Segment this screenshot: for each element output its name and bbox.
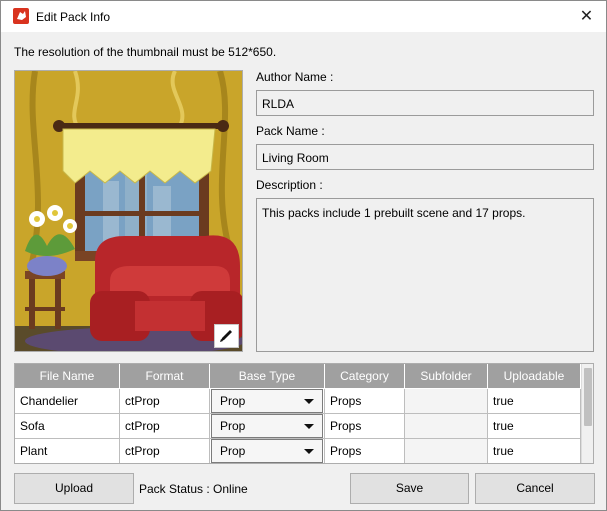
save-button[interactable]: Save — [350, 473, 469, 504]
resolution-hint: The resolution of the thumbnail must be … — [14, 45, 277, 59]
scrollbar-thumb[interactable] — [584, 368, 592, 426]
table-header: File Name Format Base Type Category Subf… — [15, 364, 581, 388]
author-name-field[interactable]: RLDA — [256, 90, 594, 116]
cell-file-name[interactable]: Plant — [15, 439, 120, 463]
cell-category[interactable]: Props — [325, 439, 405, 463]
edit-pack-info-dialog: Edit Pack Info ✕ The resolution of the t… — [0, 0, 607, 511]
base-type-value: Prop — [220, 394, 246, 408]
cell-uploadable[interactable]: true — [488, 439, 581, 463]
cell-format[interactable]: ctProp — [120, 389, 210, 414]
cell-file-name[interactable]: Sofa — [15, 414, 120, 439]
table-row[interactable]: Plant ctProp Prop Props true — [15, 439, 581, 463]
cell-category[interactable]: Props — [325, 389, 405, 414]
table-row[interactable]: Chandelier ctProp Prop Props true — [15, 389, 581, 414]
pack-name-field[interactable]: Living Room — [256, 144, 594, 170]
chevron-down-icon — [304, 449, 314, 454]
table-row[interactable]: Sofa ctProp Prop Props true — [15, 414, 581, 439]
cell-subfolder[interactable] — [405, 414, 488, 439]
pack-name-label: Pack Name : — [256, 124, 325, 138]
file-table: File Name Format Base Type Category Subf… — [14, 363, 594, 464]
edit-thumbnail-button[interactable] — [214, 324, 239, 348]
base-type-select[interactable]: Prop — [211, 439, 323, 463]
cell-base-type[interactable]: Prop — [210, 414, 325, 439]
upload-button[interactable]: Upload — [14, 473, 134, 504]
cancel-button[interactable]: Cancel — [475, 473, 595, 504]
app-icon — [13, 8, 29, 24]
base-type-value: Prop — [220, 444, 246, 458]
base-type-value: Prop — [220, 419, 246, 433]
cell-uploadable[interactable]: true — [488, 389, 581, 414]
column-header-uploadable[interactable]: Uploadable — [488, 364, 581, 388]
cell-base-type[interactable]: Prop — [210, 439, 325, 463]
column-header-subfolder[interactable]: Subfolder — [405, 364, 488, 388]
column-header-format[interactable]: Format — [120, 364, 210, 388]
column-header-base-type[interactable]: Base Type — [210, 364, 325, 388]
pack-status: Pack Status : Online — [139, 482, 248, 496]
description-field[interactable]: This packs include 1 prebuilt scene and … — [256, 198, 594, 352]
cell-subfolder[interactable] — [405, 439, 488, 463]
pencil-icon — [220, 330, 232, 342]
base-type-select[interactable]: Prop — [211, 414, 323, 438]
close-icon[interactable]: ✕ — [567, 1, 606, 32]
cell-file-name[interactable]: Chandelier — [15, 389, 120, 414]
chevron-down-icon — [304, 399, 314, 404]
cell-subfolder[interactable] — [405, 389, 488, 414]
table-scrollbar[interactable] — [581, 364, 593, 463]
cell-category[interactable]: Props — [325, 414, 405, 439]
base-type-select[interactable]: Prop — [211, 389, 323, 413]
author-name-label: Author Name : — [256, 70, 334, 84]
column-header-category[interactable]: Category — [325, 364, 405, 388]
column-header-file-name[interactable]: File Name — [15, 364, 120, 388]
cell-format[interactable]: ctProp — [120, 414, 210, 439]
cell-format[interactable]: ctProp — [120, 439, 210, 463]
cell-uploadable[interactable]: true — [488, 414, 581, 439]
window-title: Edit Pack Info — [36, 10, 111, 24]
cell-base-type[interactable]: Prop — [210, 389, 325, 414]
title-bar: Edit Pack Info ✕ — [1, 1, 606, 32]
thumbnail-image — [14, 70, 243, 352]
description-label: Description : — [256, 178, 323, 192]
chevron-down-icon — [304, 424, 314, 429]
